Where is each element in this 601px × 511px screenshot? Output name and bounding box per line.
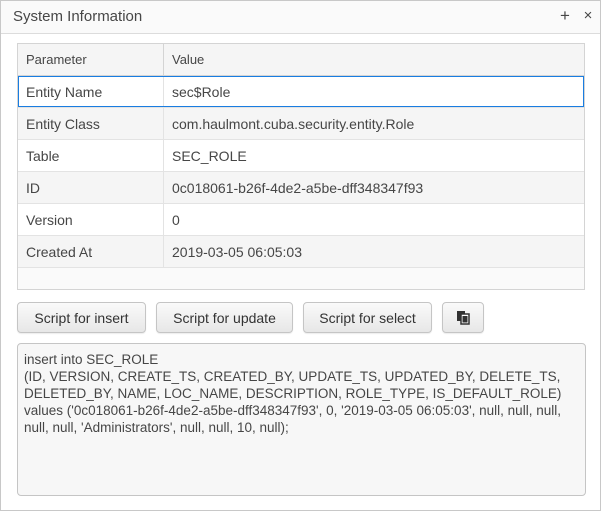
script-for-insert-button[interactable]: Script for insert bbox=[17, 302, 146, 333]
table-header: Parameter Value bbox=[18, 44, 584, 76]
copy-button[interactable] bbox=[442, 302, 484, 333]
table-row[interactable]: Entity Name sec$Role bbox=[18, 76, 584, 108]
window-title: System Information bbox=[13, 8, 143, 25]
column-header-parameter[interactable]: Parameter bbox=[18, 44, 164, 75]
column-header-value[interactable]: Value bbox=[164, 44, 584, 75]
table-row[interactable]: Created At 2019-03-05 06:05:03 bbox=[18, 236, 584, 268]
table-row[interactable]: ID 0c018061-b26f-4de2-a5be-dff348347f93 bbox=[18, 172, 584, 204]
script-text-area[interactable]: insert into SEC_ROLE (ID, VERSION, CREAT… bbox=[17, 343, 586, 496]
row-value: 2019-03-05 06:05:03 bbox=[172, 243, 302, 260]
row-parameter: Entity Name bbox=[18, 76, 164, 107]
table-row[interactable]: Version 0 bbox=[18, 204, 584, 236]
maximize-icon[interactable]: + bbox=[555, 5, 575, 27]
row-parameter: Entity Class bbox=[18, 108, 164, 139]
row-value: SEC_ROLE bbox=[172, 147, 247, 164]
row-value: com.haulmont.cuba.security.entity.Role bbox=[172, 115, 415, 132]
script-for-update-button[interactable]: Script for update bbox=[156, 302, 293, 333]
row-value: 0 bbox=[172, 211, 180, 228]
row-value: sec$Role bbox=[172, 83, 231, 100]
close-icon[interactable]: × bbox=[578, 5, 598, 27]
row-parameter: ID bbox=[18, 172, 164, 203]
row-parameter: Table bbox=[18, 140, 164, 171]
window-titlebar[interactable]: System Information + × bbox=[1, 1, 600, 34]
table-row[interactable]: Entity Class com.haulmont.cuba.security.… bbox=[18, 108, 584, 140]
row-value: 0c018061-b26f-4de2-a5be-dff348347f93 bbox=[172, 179, 424, 196]
table-row[interactable]: Table SEC_ROLE bbox=[18, 140, 584, 172]
info-table: Parameter Value Entity Name sec$Role Ent… bbox=[17, 43, 585, 290]
copy-to-clipboard-icon bbox=[457, 311, 470, 325]
row-parameter: Created At bbox=[18, 236, 164, 267]
script-for-select-button[interactable]: Script for select bbox=[303, 302, 432, 333]
system-information-window: System Information + × Parameter Value E… bbox=[0, 0, 601, 511]
row-parameter: Version bbox=[18, 204, 164, 235]
